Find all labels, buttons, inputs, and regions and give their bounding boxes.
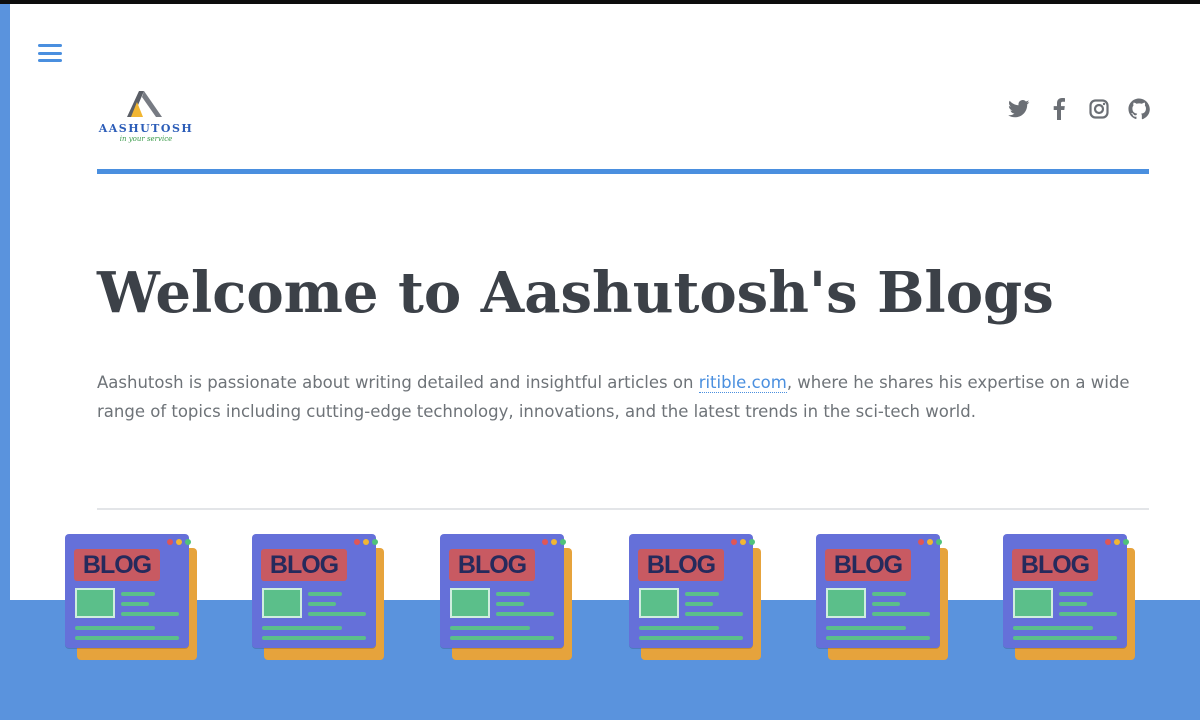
blog-icon[interactable]: BLOG [629,534,763,664]
blog-badge: BLOG [825,549,911,581]
image-placeholder-icon [826,588,866,618]
twitter-icon[interactable] [1008,98,1030,120]
logo-name: AASHUTOSH [98,122,194,135]
blog-badge: BLOG [74,549,160,581]
github-icon[interactable] [1128,98,1150,120]
image-placeholder-icon [262,588,302,618]
image-placeholder-icon [75,588,115,618]
blog-icon[interactable]: BLOG [1003,534,1137,664]
image-placeholder-icon [450,588,490,618]
blog-icon-row: BLOG BLOG BLOG BLOG BLOG BLOG [0,534,1200,674]
image-placeholder-icon [1013,588,1053,618]
instagram-icon[interactable] [1088,98,1110,120]
section-divider [97,508,1149,510]
header-rule [97,169,1149,174]
blog-icon[interactable]: BLOG [65,534,199,664]
intro-paragraph: Aashutosh is passionate about writing de… [97,368,1137,426]
page-title: Welcome to Aashutosh's Blogs [97,260,1054,326]
blog-badge: BLOG [1012,549,1098,581]
blog-badge: BLOG [449,549,535,581]
intro-text-before: Aashutosh is passionate about writing de… [97,373,699,392]
blog-badge: BLOG [261,549,347,581]
blog-badge: BLOG [638,549,724,581]
blog-icon[interactable]: BLOG [816,534,950,664]
logo-tagline: in your service [119,135,173,143]
site-logo[interactable]: AASHUTOSH in your service [96,88,196,146]
page: AASHUTOSH in your service Welcome to Aas… [10,4,1200,600]
image-placeholder-icon [639,588,679,618]
social-links [1008,98,1150,120]
logo-mark-icon [127,91,162,117]
blog-icon[interactable]: BLOG [252,534,386,664]
facebook-icon[interactable] [1048,98,1070,120]
hamburger-menu-icon[interactable] [38,42,62,64]
blog-icon[interactable]: BLOG [440,534,574,664]
ritible-link[interactable]: ritible.com [698,373,787,393]
